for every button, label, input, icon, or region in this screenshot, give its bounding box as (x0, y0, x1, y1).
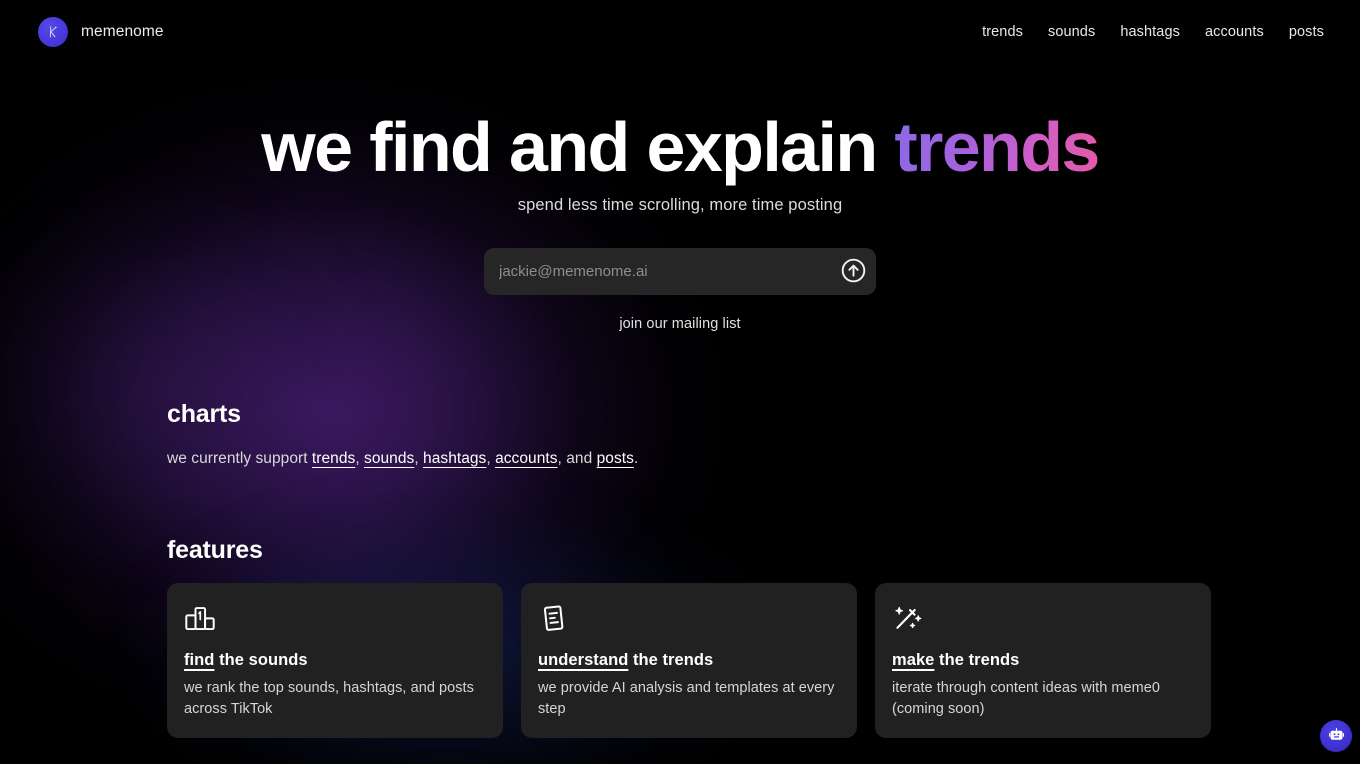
nav-link-sounds[interactable]: sounds (1048, 24, 1095, 40)
charts-sep-3: , (486, 450, 496, 467)
feature-cards: find the sounds we rank the top sounds, … (167, 583, 1211, 738)
email-input[interactable] (484, 248, 876, 295)
submit-email-button[interactable] (839, 258, 867, 286)
feature-card-understand-title: understand the trends (538, 651, 840, 670)
feature-card-find-rest: the sounds (214, 651, 308, 669)
charts-desc-prefix: we currently support (167, 450, 312, 467)
charts-heading: charts (167, 400, 241, 428)
arrow-up-circle-icon (840, 257, 867, 287)
feature-card-make[interactable]: make the trends iterate through content … (875, 583, 1211, 738)
nav-link-accounts[interactable]: accounts (1205, 24, 1264, 40)
feature-card-understand-body: we provide AI analysis and templates at … (538, 680, 835, 717)
email-signup-box (484, 248, 876, 295)
charts-section: charts we currently support trends, soun… (167, 400, 638, 468)
charts-sep-1: , (355, 450, 365, 467)
charts-link-accounts[interactable]: accounts (495, 450, 557, 467)
hero-title-accent: trends (894, 108, 1100, 186)
brand-name: memenome (81, 23, 164, 40)
nav-link-hashtags[interactable]: hashtags (1120, 24, 1180, 40)
feature-card-find[interactable]: find the sounds we rank the top sounds, … (167, 583, 503, 738)
feature-card-find-body: we rank the top sounds, hashtags, and po… (184, 680, 474, 717)
feature-card-understand-link[interactable]: understand (538, 651, 628, 669)
feature-card-find-link[interactable]: find (184, 651, 214, 669)
feature-card-make-title: make the trends (892, 651, 1194, 670)
signup-section: join our mailing list (0, 248, 1360, 332)
feature-card-understand-rest: the trends (628, 651, 714, 669)
feature-card-make-rest: the trends (934, 651, 1020, 669)
feature-card-make-link[interactable]: make (892, 651, 934, 669)
feature-card-understand[interactable]: understand the trends we provide AI anal… (521, 583, 857, 738)
features-heading: features (167, 536, 263, 564)
hero-subtitle: spend less time scrolling, more time pos… (517, 196, 843, 214)
charts-link-hashtags[interactable]: hashtags (423, 450, 486, 467)
nav-link-posts[interactable]: posts (1289, 24, 1324, 40)
page-root: memenome trends sounds hashtags accounts… (0, 0, 1360, 764)
document-notes-icon (538, 601, 840, 635)
features-section: features (167, 536, 263, 565)
nav-link-trends[interactable]: trends (982, 24, 1023, 40)
podium-ranking-icon (184, 601, 486, 635)
magic-wand-sparkles-icon (892, 601, 1194, 635)
charts-link-sounds[interactable]: sounds (364, 450, 414, 467)
mailing-list-note: join our mailing list (619, 316, 741, 332)
charts-description: we currently support trends, sounds, has… (167, 450, 638, 468)
brand-logo-link[interactable]: memenome (38, 17, 164, 47)
charts-desc-suffix: . (633, 450, 639, 467)
top-navbar: memenome trends sounds hashtags accounts… (0, 0, 1360, 64)
hero-section: we find and explain trends spend less ti… (0, 112, 1360, 215)
hero-title-plain: we find and explain (261, 108, 895, 186)
page-title: we find and explain trends (0, 112, 1360, 182)
charts-link-trends[interactable]: trends (312, 450, 355, 467)
nav-links: trends sounds hashtags accounts posts (982, 24, 1342, 40)
feature-card-find-title: find the sounds (184, 651, 486, 670)
charts-sep-2: , (414, 450, 424, 467)
chat-widget-button[interactable] (1320, 720, 1352, 752)
charts-conjunction: , and (557, 450, 597, 467)
robot-chat-icon (1328, 726, 1345, 746)
page-content: memenome trends sounds hashtags accounts… (0, 0, 1360, 764)
constellation-k-icon (38, 17, 68, 47)
feature-card-make-body: iterate through content ideas with meme0… (892, 680, 1160, 717)
charts-link-posts[interactable]: posts (597, 450, 634, 467)
